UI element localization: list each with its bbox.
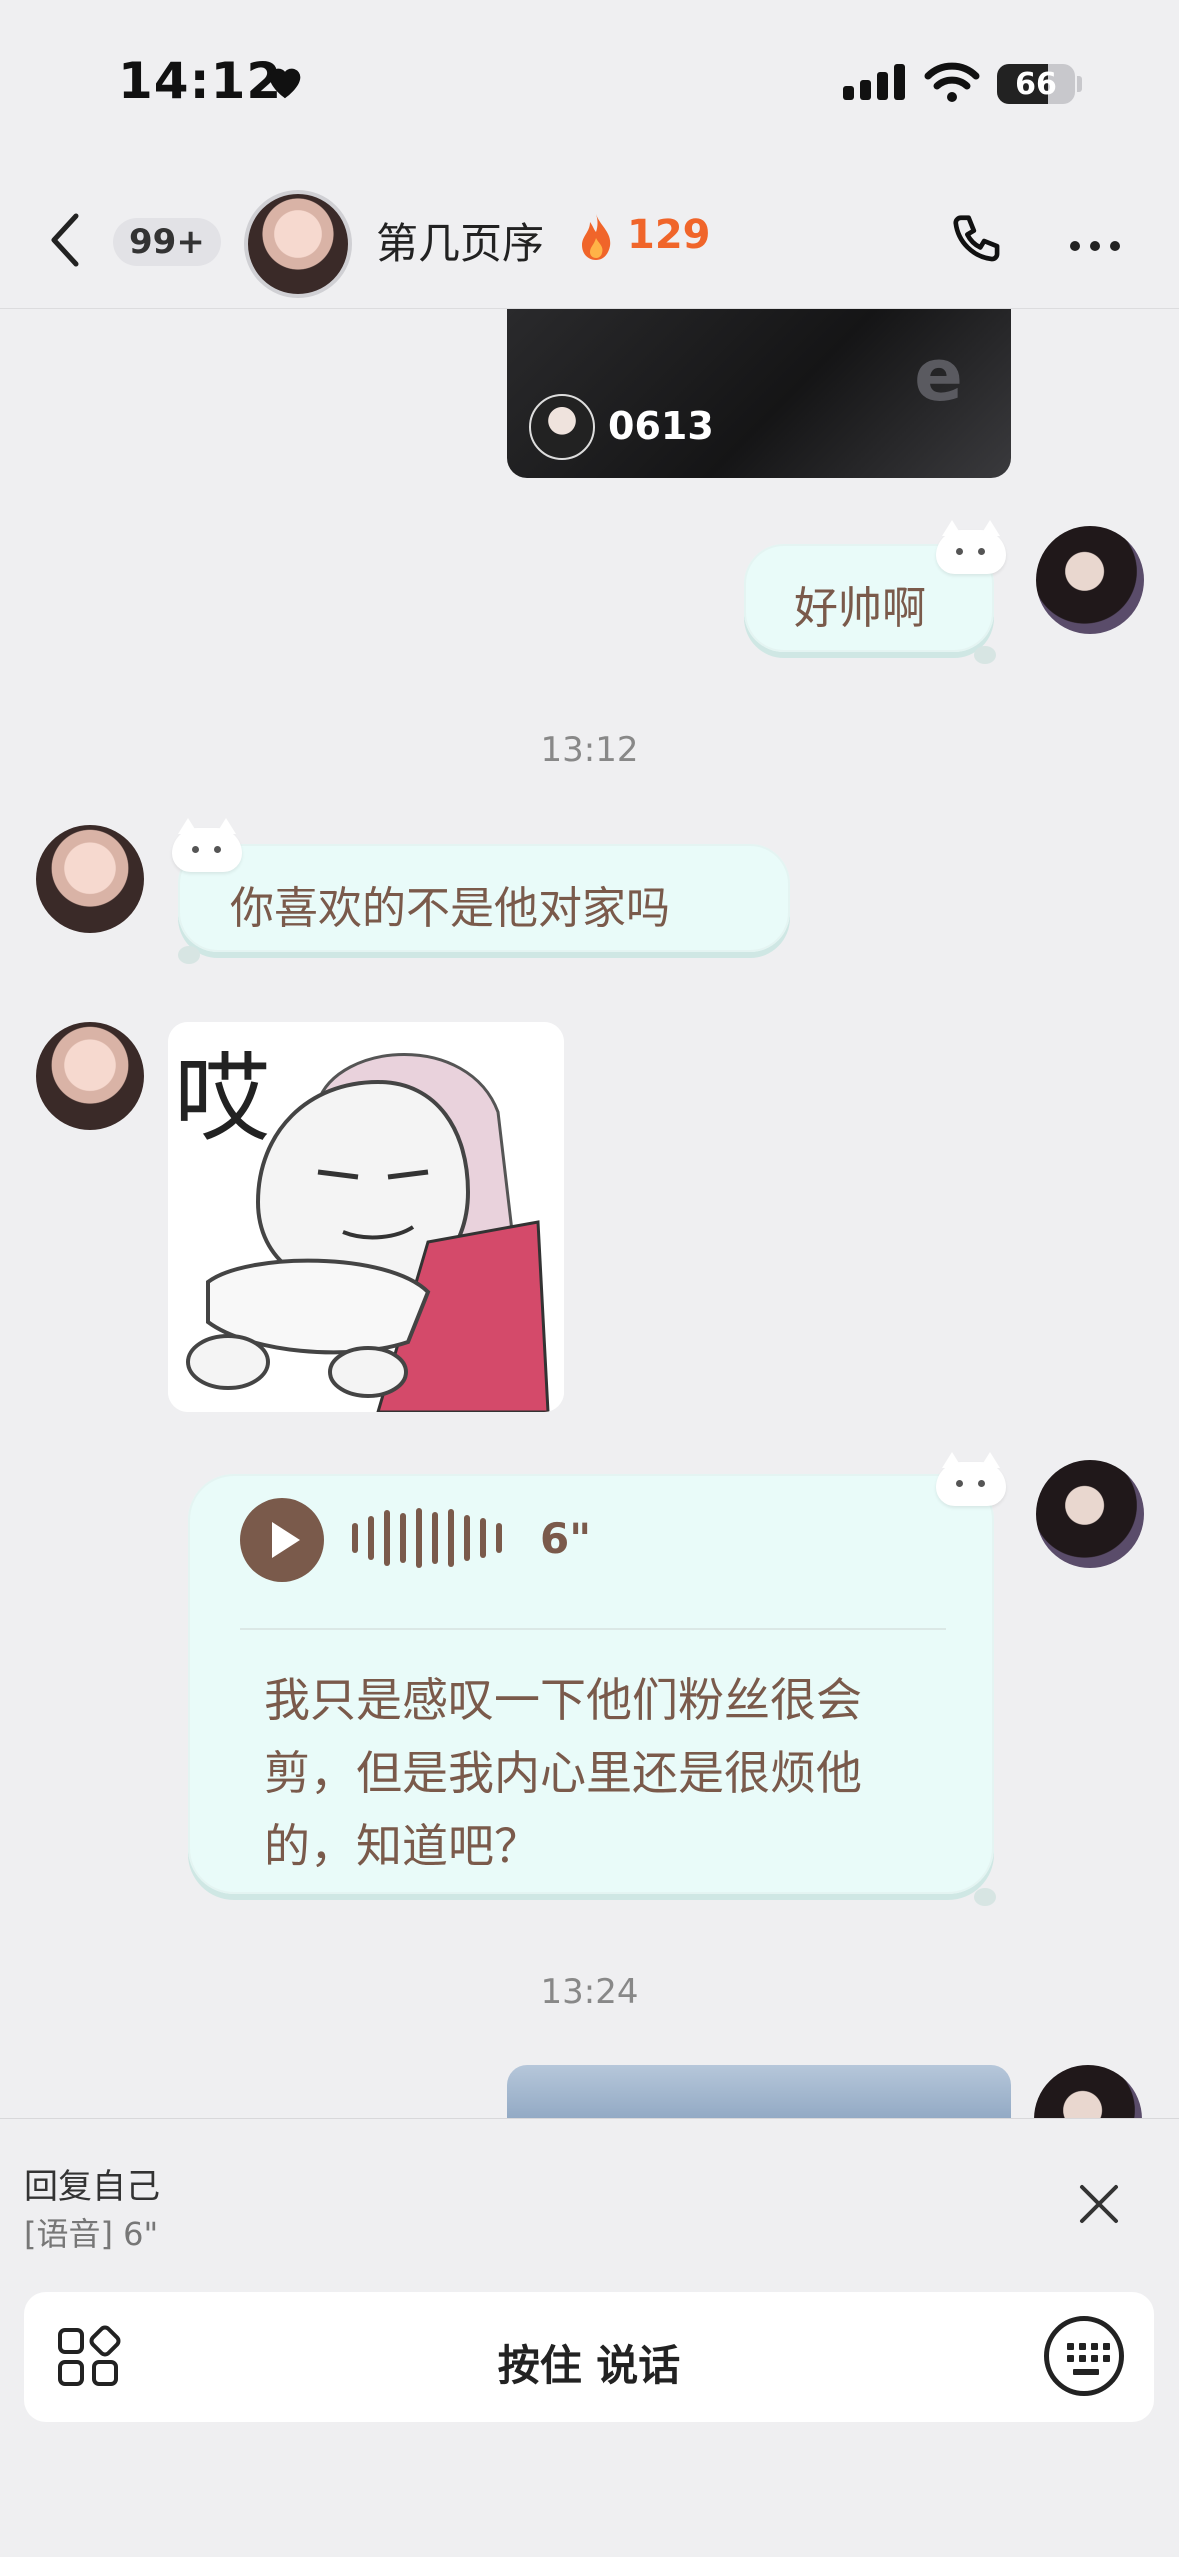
chat-header: 99+ 第几页序 129 [0,170,1179,309]
video-bg-text: e [914,333,963,417]
voice-duration: 6" [540,1514,592,1563]
back-arrow-icon[interactable] [46,210,86,270]
voice-divider [240,1628,946,1630]
reply-quote: [语音] 6" [24,2215,159,2253]
more-options-icon[interactable] [1070,236,1130,255]
contact-avatar-message[interactable] [36,825,144,933]
input-bar: 按住 说话 [24,2292,1154,2422]
paw-decoration-icon [974,646,996,664]
contact-avatar[interactable] [244,190,352,298]
sticker-drawing: 哎 [168,1022,564,1412]
contact-name[interactable]: 第几页序 [376,210,544,271]
cellular-signal-icon [843,64,911,100]
timestamp: 13:24 [540,1972,639,2012]
close-icon[interactable] [1076,2181,1122,2227]
voice-waveform-icon [352,1508,512,1574]
status-bar: 14:12 66 [0,0,1179,170]
battery-level: 66 [1015,67,1057,102]
timestamp: 13:12 [540,730,639,770]
paw-decoration-icon [178,946,200,964]
hold-to-talk-button[interactable]: 按住 说话 [24,2332,1154,2393]
shared-video-card[interactable]: e 0613 [507,308,1011,478]
phone-call-icon[interactable] [948,210,1010,272]
status-time: 14:12 [118,52,283,110]
my-avatar[interactable] [1036,1460,1144,1568]
my-avatar[interactable] [1034,2065,1142,2125]
sticker-image[interactable]: 哎 [168,1022,564,1412]
cat-decoration-icon [936,1452,1006,1506]
unread-count-badge[interactable]: 99+ [113,218,221,266]
play-voice-icon[interactable] [240,1498,324,1582]
video-id: 0613 [608,404,714,448]
keyboard-icon[interactable] [1044,2316,1124,2396]
shared-image-preview[interactable] [507,2065,1011,2125]
heart-icon [269,68,301,99]
voice-transcript: 我只是感叹一下他们粉丝很会剪，但是我内心里还是很烦他的，知道吧？ [264,1673,862,1873]
message-text: 好帅啊 [794,583,926,634]
cat-decoration-icon [936,520,1006,574]
wifi-icon [924,62,980,102]
flame-icon [582,214,611,260]
received-message-bubble[interactable]: 你喜欢的不是他对家吗 [178,844,790,952]
my-avatar[interactable] [1036,526,1144,634]
sticker-text: 哎 [174,1043,270,1155]
message-text: 你喜欢的不是他对家吗 [230,883,670,934]
reply-title: 回复自己 [24,2167,160,2207]
video-author-avatar [529,394,595,460]
cat-decoration-icon [172,818,242,872]
paw-decoration-icon [974,1888,996,1906]
battery-icon: 66 [997,64,1075,104]
contact-avatar-message[interactable] [36,1022,144,1130]
battery-tip [1077,76,1082,92]
streak-count: 129 [627,212,711,258]
